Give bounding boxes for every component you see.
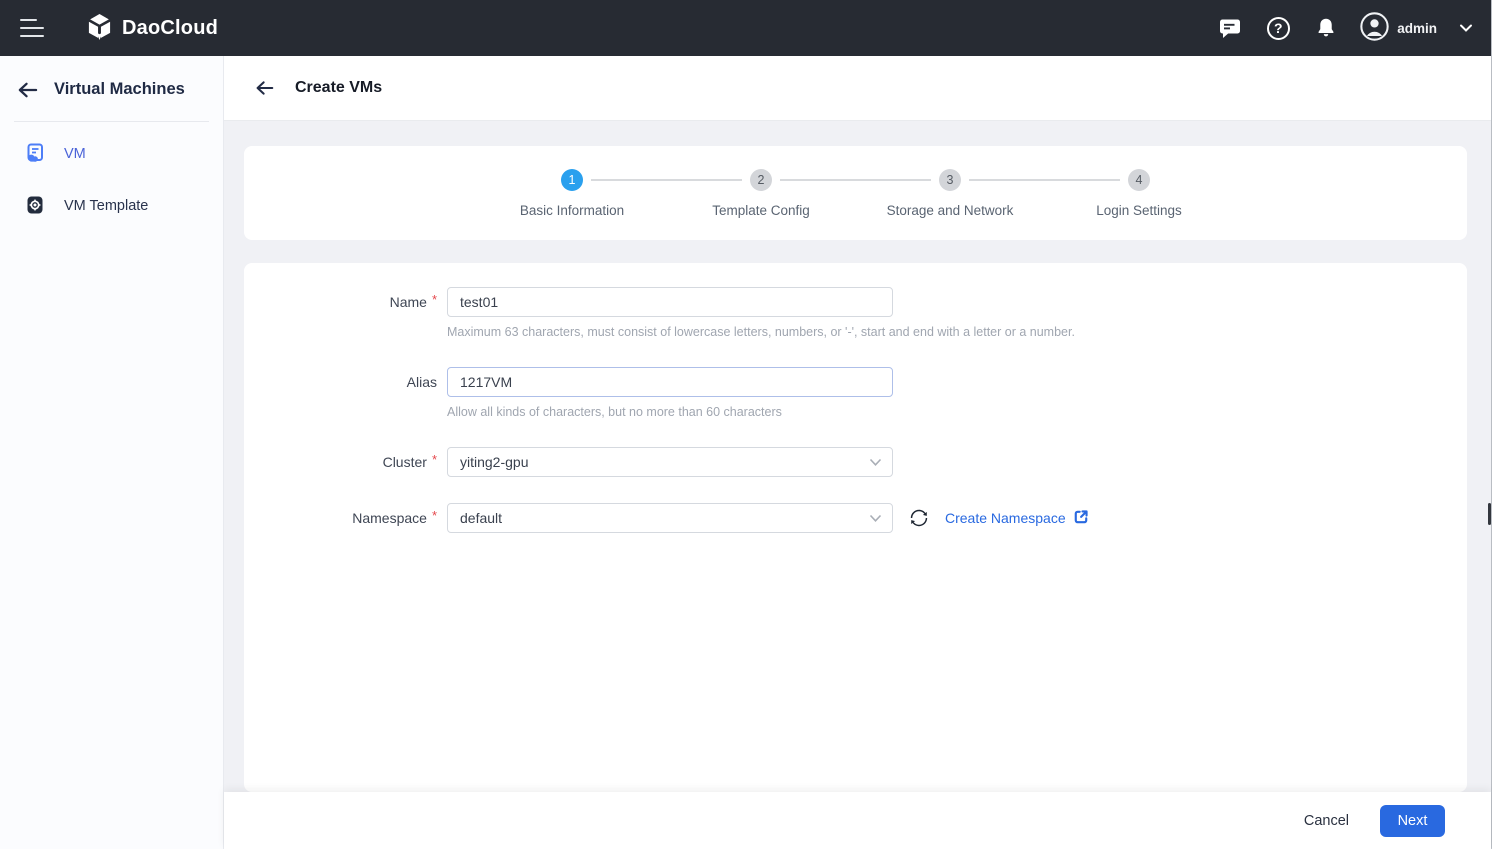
required-asterisk: * [432, 447, 437, 473]
sidebar: Virtual Machines VM [0, 56, 224, 849]
cluster-select-value: yiting2-gpu [460, 454, 529, 470]
sidebar-item-label: VM [64, 146, 86, 162]
step-number: 1 [561, 169, 583, 191]
user-menu[interactable]: admin [1360, 12, 1473, 44]
cluster-select[interactable]: yiting2-gpu [447, 447, 893, 477]
help-circle-icon[interactable]: ? [1266, 16, 1290, 40]
daocloud-logo-icon [86, 13, 113, 44]
brand-name: DaoCloud [122, 17, 218, 40]
cluster-row: Cluster * yiting2-gpu [244, 447, 1467, 477]
page-back-arrow-icon[interactable] [255, 80, 274, 96]
menu-icon[interactable] [20, 19, 44, 37]
step-basic-information: 1 Basic Information [478, 169, 667, 218]
sidebar-item-vm[interactable]: VM [0, 128, 223, 180]
step-label: Template Config [712, 203, 810, 218]
refresh-namespaces-icon[interactable] [909, 508, 929, 528]
step-template-config: 2 Template Config [667, 169, 856, 218]
user-avatar-icon [1360, 12, 1389, 44]
step-label: Basic Information [520, 203, 624, 218]
page-title: Create VMs [295, 79, 382, 97]
stepper: 1 Basic Information 2 Template Config 3 … [478, 169, 1234, 218]
chevron-down-icon [869, 510, 882, 526]
create-namespace-label: Create Namespace [945, 510, 1066, 526]
cluster-label: Cluster [383, 447, 427, 477]
vertical-scrollbar-thumb[interactable] [1488, 503, 1491, 525]
brand[interactable]: DaoCloud [86, 13, 218, 44]
message-square-icon[interactable] [1218, 16, 1242, 40]
chevron-down-icon [869, 454, 882, 470]
required-asterisk: * [432, 287, 437, 313]
external-link-icon [1073, 509, 1089, 528]
alias-input[interactable] [447, 367, 893, 397]
required-asterisk: * [432, 503, 437, 529]
sidebar-back-arrow-icon[interactable] [17, 81, 38, 99]
basic-information-form: Name * Maximum 63 characters, must consi… [244, 263, 1467, 792]
stepper-card: 1 Basic Information 2 Template Config 3 … [244, 146, 1467, 240]
wizard-footer: Cancel Next [224, 792, 1491, 849]
cancel-button[interactable]: Cancel [1304, 813, 1349, 829]
page-header: Create VMs [224, 56, 1491, 121]
next-button[interactable]: Next [1380, 805, 1445, 837]
step-number: 2 [750, 169, 772, 191]
bell-icon[interactable] [1314, 16, 1338, 40]
vm-icon [25, 143, 45, 166]
alias-helper-text: Allow all kinds of characters, but no mo… [447, 405, 1467, 419]
step-storage-and-network: 3 Storage and Network [856, 169, 1045, 218]
top-navbar: DaoCloud ? [0, 0, 1491, 56]
sidebar-item-label: VM Template [64, 198, 148, 214]
name-label: Name [390, 287, 427, 317]
sidebar-title: Virtual Machines [54, 80, 185, 99]
step-label: Storage and Network [887, 203, 1014, 218]
user-name: admin [1397, 21, 1437, 36]
vm-template-icon [25, 195, 45, 218]
namespace-label: Namespace [352, 503, 427, 533]
namespace-row: Namespace * default [244, 503, 1467, 533]
name-helper-text: Maximum 63 characters, must consist of l… [447, 325, 1467, 339]
step-login-settings: 4 Login Settings [1045, 169, 1234, 218]
step-number: 3 [939, 169, 961, 191]
create-namespace-link[interactable]: Create Namespace [945, 509, 1089, 528]
step-label: Login Settings [1096, 203, 1182, 218]
namespace-select[interactable]: default [447, 503, 893, 533]
namespace-select-value: default [460, 510, 502, 526]
step-number: 4 [1128, 169, 1150, 191]
alias-label: Alias [407, 367, 437, 397]
sidebar-item-vm-template[interactable]: VM Template [0, 180, 223, 232]
name-input[interactable] [447, 287, 893, 317]
sidebar-divider [14, 121, 209, 122]
name-row: Name * [244, 287, 1467, 317]
chevron-down-icon [1459, 21, 1473, 36]
alias-row: Alias [244, 367, 1467, 397]
